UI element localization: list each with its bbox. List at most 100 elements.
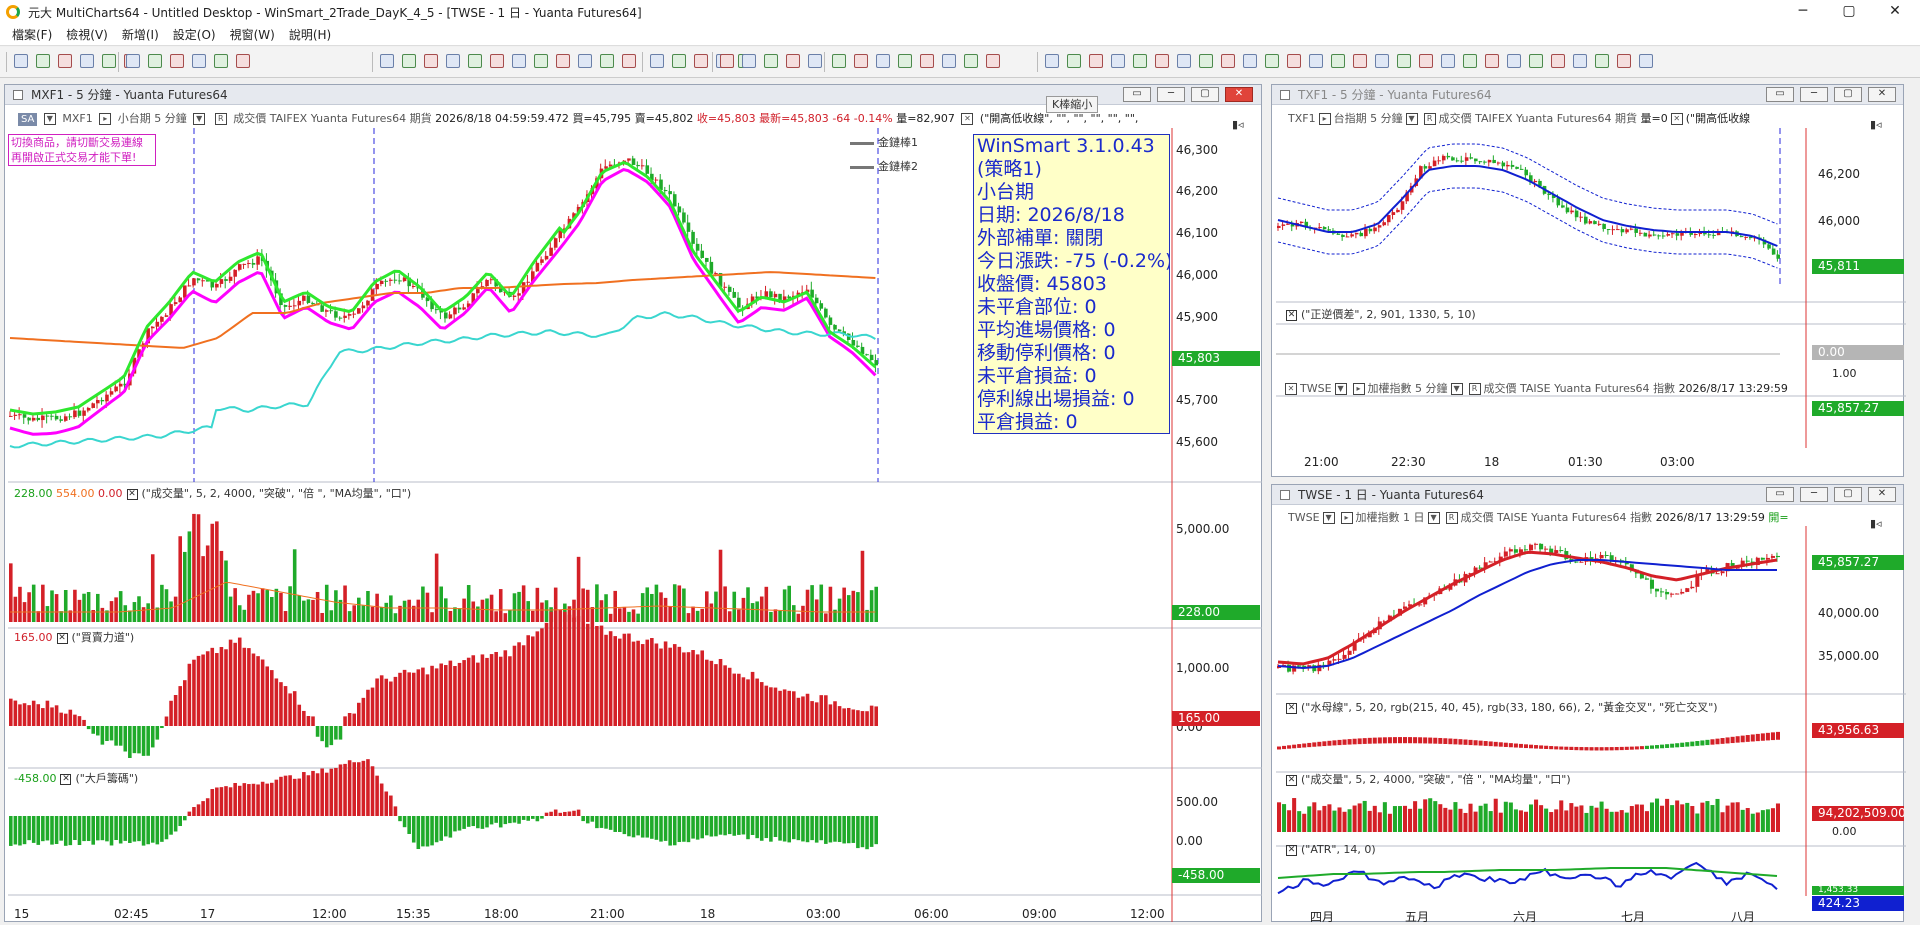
toolbar-tool-icon[interactable] — [446, 54, 460, 68]
interval-dropdown-icon[interactable]: ▼ — [1427, 512, 1440, 524]
toolbar-tool-icon[interactable] — [1419, 54, 1433, 68]
toolbar-tool-icon[interactable] — [720, 54, 734, 68]
reload-icon[interactable]: R — [1468, 383, 1481, 395]
menu-insert[interactable]: 新增(I) — [122, 26, 159, 43]
dropdown-icon[interactable]: ▼ — [43, 113, 56, 125]
interval-dropdown-icon[interactable]: ▼ — [1405, 113, 1418, 125]
toolbar-tool-icon[interactable] — [1221, 54, 1235, 68]
remove-indicator-icon[interactable]: ✕ — [1286, 844, 1297, 856]
menu-view[interactable]: 檢視(V) — [66, 26, 108, 43]
toolbar-tool-icon[interactable] — [854, 54, 868, 68]
toolbar-tool-icon[interactable] — [942, 54, 956, 68]
menu-file[interactable]: 檔案(F) — [12, 26, 52, 43]
chart-properties-button[interactable]: ▭ — [1766, 487, 1794, 502]
toolbar-tool-icon[interactable] — [1331, 54, 1345, 68]
toolbar-tool-icon[interactable] — [1265, 54, 1279, 68]
toolbar-tool-icon[interactable] — [512, 54, 526, 68]
menu-window[interactable]: 視窗(W) — [230, 26, 275, 43]
toolbar-tool-icon[interactable] — [578, 54, 592, 68]
toolbar-tool-icon[interactable] — [80, 54, 94, 68]
toolbar-tool-icon[interactable] — [556, 54, 570, 68]
minimize-button[interactable]: ─ — [1780, 0, 1826, 24]
chart-close-button[interactable]: ✕ — [1225, 87, 1253, 102]
toolbar-tool-icon[interactable] — [1155, 54, 1169, 68]
toolbar-tool-icon[interactable] — [742, 54, 756, 68]
toolbar-tool-icon[interactable] — [126, 54, 140, 68]
interval-dropdown-icon[interactable]: ▼ — [1450, 383, 1463, 395]
remove-indicator-icon[interactable]: ✕ — [1285, 383, 1297, 395]
toolbar-tool-icon[interactable] — [672, 54, 686, 68]
toolbar-tool-icon[interactable] — [920, 54, 934, 68]
toolbar-tool-icon[interactable] — [1485, 54, 1499, 68]
toolbar-tool-icon[interactable] — [58, 54, 72, 68]
toolbar-tool-icon[interactable] — [490, 54, 504, 68]
toolbar-tool-icon[interactable] — [534, 54, 548, 68]
toolbar-tool-icon[interactable] — [1067, 54, 1081, 68]
chart-minimize-button[interactable]: ─ — [1800, 487, 1828, 502]
toolbar-tool-icon[interactable] — [786, 54, 800, 68]
toolbar-tool-icon[interactable] — [986, 54, 1000, 68]
toolbar-tool-icon[interactable] — [36, 54, 50, 68]
toolbar-tool-icon[interactable] — [1375, 54, 1389, 68]
toolbar-tool-icon[interactable] — [622, 54, 636, 68]
toolbar-tool-icon[interactable] — [1045, 54, 1059, 68]
toolbar-tool-icon[interactable] — [1133, 54, 1147, 68]
toolbar-tool-icon[interactable] — [214, 54, 228, 68]
toolbar-tool-icon[interactable] — [1529, 54, 1543, 68]
toolbar-tool-icon[interactable] — [808, 54, 822, 68]
toolbar-tool-icon[interactable] — [1089, 54, 1103, 68]
toolbar-tool-icon[interactable] — [424, 54, 438, 68]
expand-icon[interactable]: ▸ — [99, 113, 112, 125]
toolbar-tool-icon[interactable] — [964, 54, 978, 68]
toolbar-tool-icon[interactable] — [1595, 54, 1609, 68]
toolbar-tool-icon[interactable] — [1617, 54, 1631, 68]
chart-close-button[interactable]: ✕ — [1868, 87, 1896, 102]
maximize-button[interactable]: ▢ — [1826, 0, 1872, 24]
toolbar-tool-icon[interactable] — [1199, 54, 1213, 68]
toolbar-tool-icon[interactable] — [1507, 54, 1521, 68]
chart-maximize-button[interactable]: ▢ — [1191, 87, 1219, 102]
chart2-canvas[interactable] — [1276, 128, 1906, 476]
dropdown-icon[interactable]: ▼ — [1334, 383, 1347, 395]
toolbar-tool-icon[interactable] — [236, 54, 250, 68]
interval-dropdown-icon[interactable]: ▼ — [193, 113, 206, 125]
remove-indicator-icon[interactable]: ✕ — [1286, 702, 1297, 714]
chart-minimize-button[interactable]: ─ — [1157, 87, 1185, 102]
toolbar-tool-icon[interactable] — [1177, 54, 1191, 68]
sa-badge[interactable]: SA — [18, 112, 38, 126]
toolbar-tool-icon[interactable] — [1573, 54, 1587, 68]
expand-icon[interactable]: ▸ — [1352, 383, 1365, 395]
chart-close-button[interactable]: ✕ — [1868, 487, 1896, 502]
toolbar-tool-icon[interactable] — [600, 54, 614, 68]
toolbar-tool-icon[interactable] — [898, 54, 912, 68]
toolbar-tool-icon[interactable] — [402, 54, 416, 68]
toolbar-tool-icon[interactable] — [876, 54, 890, 68]
toolbar-tool-icon[interactable] — [1551, 54, 1565, 68]
close-indicator-icon[interactable]: ✕ — [1670, 113, 1683, 125]
menu-help[interactable]: 說明(H) — [289, 26, 331, 43]
expand-icon[interactable]: ▸ — [1318, 113, 1331, 125]
chart-properties-button[interactable]: ▭ — [1766, 87, 1794, 102]
toolbar-tool-icon[interactable] — [380, 54, 394, 68]
remove-indicator-icon[interactable]: ✕ — [1286, 774, 1297, 786]
toolbar-tool-icon[interactable] — [1463, 54, 1477, 68]
close-indicator-icon[interactable]: ✕ — [961, 113, 974, 125]
toolbar-tool-icon[interactable] — [468, 54, 482, 68]
reload-icon[interactable]: R — [1423, 113, 1436, 125]
remove-indicator-icon[interactable]: ✕ — [1286, 309, 1297, 321]
chart-maximize-button[interactable]: ▢ — [1834, 87, 1862, 102]
remove-indicator-icon[interactable]: ✕ — [60, 773, 72, 785]
menu-settings[interactable]: 設定(O) — [173, 26, 216, 43]
reload-icon[interactable]: R — [1445, 512, 1458, 524]
toolbar-tool-icon[interactable] — [1287, 54, 1301, 68]
chart-properties-button[interactable]: ▭ — [1123, 87, 1151, 102]
dropdown-icon[interactable]: ▼ — [1322, 512, 1335, 524]
toolbar-tool-icon[interactable] — [148, 54, 162, 68]
remove-indicator-icon[interactable]: ✕ — [126, 488, 138, 500]
close-button[interactable]: ✕ — [1872, 0, 1918, 24]
remove-indicator-icon[interactable]: ✕ — [56, 632, 68, 644]
chart-maximize-button[interactable]: ▢ — [1834, 487, 1862, 502]
toolbar-tool-icon[interactable] — [694, 54, 708, 68]
reload-icon[interactable]: R — [214, 113, 227, 125]
toolbar-tool-icon[interactable] — [1441, 54, 1455, 68]
